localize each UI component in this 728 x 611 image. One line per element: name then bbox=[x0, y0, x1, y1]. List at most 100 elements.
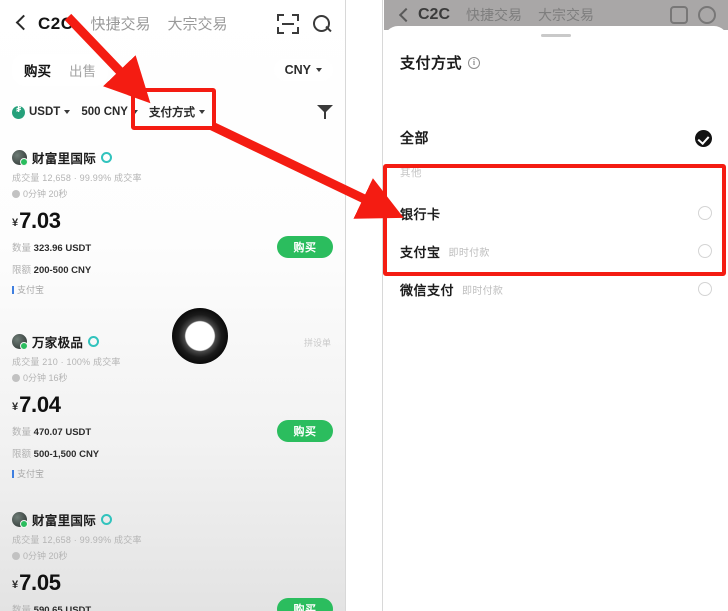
payment-method-name: 微信支付 bbox=[400, 282, 455, 298]
payment-method-name: 支付宝 bbox=[400, 244, 441, 260]
price-value: 7.05 bbox=[19, 570, 61, 595]
price-row: ¥ 7.03 bbox=[12, 210, 333, 232]
offer-card[interactable]: 财富里国际 成交量 12,658 · 99.99% 成交率 0分钟 20秒 ¥ … bbox=[0, 148, 345, 296]
tab-buy[interactable]: 购买 bbox=[15, 56, 60, 83]
payment-method-filter-label: 支付方式 bbox=[148, 107, 195, 119]
back-chevron-icon[interactable] bbox=[12, 13, 32, 35]
payment-method-bank-card[interactable]: 银行卡 bbox=[400, 194, 712, 232]
limit-row: 限额 200-500 CNY bbox=[12, 262, 333, 276]
camera-lens-overlay bbox=[172, 308, 228, 364]
merchant-stats: 成交量 12,658 · 99.99% 成交率 bbox=[12, 535, 142, 545]
buy-button[interactable]: 购买 bbox=[277, 420, 333, 442]
quantity-label: 数量 bbox=[12, 605, 32, 611]
filter-row: USDT 500 CNY 支付方式 bbox=[0, 95, 345, 129]
currency-symbol: ¥ bbox=[12, 217, 19, 229]
verified-badge-icon bbox=[101, 152, 113, 163]
price-row: ¥ 7.05 bbox=[12, 572, 333, 594]
screenshot-root: C2C 快捷交易 大宗交易 购买 出售 CNY USDT bbox=[0, 0, 728, 611]
nav-tab-c2c[interactable]: C2C bbox=[418, 6, 450, 24]
limit-value: 500-1,500 CNY bbox=[33, 449, 100, 460]
panel-divider bbox=[345, 0, 383, 611]
limit-label: 限额 bbox=[12, 265, 32, 276]
asset-filter-label: USDT bbox=[29, 106, 61, 118]
price-row: ¥ 7.04 bbox=[12, 394, 333, 416]
clock-icon bbox=[12, 189, 20, 198]
nav-tab-quick-trade[interactable]: 快捷交易 bbox=[91, 13, 151, 34]
radio-unselected-icon[interactable] bbox=[698, 282, 712, 296]
payment-tag: 支付宝 bbox=[12, 467, 333, 480]
payment-method-wechat-pay[interactable]: 微信支付 即时付款 bbox=[400, 270, 712, 308]
nav-tab-quick-trade[interactable]: 快捷交易 bbox=[466, 5, 522, 25]
alipay-bar-icon bbox=[12, 285, 14, 294]
avatar bbox=[12, 512, 28, 528]
avatar bbox=[12, 334, 28, 350]
merchant-row: 财富里国际 bbox=[12, 148, 333, 167]
release-time-label: 0分钟 16秒 bbox=[23, 373, 68, 383]
buy-sell-segment-row: 购买 出售 CNY bbox=[0, 47, 345, 92]
payment-method-filter[interactable]: 支付方式 bbox=[149, 104, 205, 120]
scan-icon[interactable] bbox=[670, 6, 688, 24]
nav-tab-c2c[interactable]: C2C bbox=[38, 14, 74, 34]
merchant-stats: 成交量 210 · 100% 成交率 bbox=[12, 357, 121, 367]
sheet-header: 支付方式 i bbox=[400, 52, 481, 73]
sheet-title: 支付方式 bbox=[400, 55, 463, 72]
radio-unselected-icon[interactable] bbox=[698, 244, 712, 258]
offer-card[interactable]: 财富里国际 成交量 12,658 · 99.99% 成交率 0分钟 20秒 ¥ … bbox=[0, 510, 345, 611]
fiat-currency-selector[interactable]: CNY bbox=[273, 58, 333, 81]
payment-method-alipay[interactable]: 支付宝 即时付款 bbox=[400, 232, 712, 270]
search-icon[interactable] bbox=[311, 13, 333, 35]
buy-button[interactable]: 购买 bbox=[277, 236, 333, 258]
payment-option-all-label: 全部 bbox=[400, 130, 429, 146]
fiat-currency-label: CNY bbox=[284, 62, 311, 77]
sheet-grabber-handle[interactable] bbox=[541, 34, 571, 37]
chevron-down-icon bbox=[316, 67, 322, 72]
chevron-down-icon bbox=[131, 110, 138, 114]
merchant-stats: 成交量 12,658 · 99.99% 成交率 bbox=[12, 173, 142, 183]
limit-value: 200-500 CNY bbox=[33, 265, 92, 276]
amount-filter-label: 500 CNY bbox=[81, 106, 128, 118]
checkmark-selected-icon[interactable] bbox=[695, 129, 712, 147]
quantity-value: 470.07 USDT bbox=[33, 427, 92, 438]
payment-method-sheet-screen: C2C 快捷交易 大宗交易 支付方式 i 全部 其他 银行卡 支付宝 即时付款 … bbox=[384, 0, 728, 611]
info-icon[interactable]: i bbox=[468, 56, 481, 69]
asset-filter[interactable]: USDT bbox=[12, 104, 71, 119]
merchant-release-time: 0分钟 16秒 bbox=[12, 371, 333, 384]
funnel-filter-icon[interactable] bbox=[317, 104, 333, 120]
payment-option-all[interactable]: 全部 bbox=[400, 125, 712, 151]
quantity-value: 590.65 USDT bbox=[33, 605, 92, 611]
offer-card[interactable]: 万家极品 成交量 210 · 100% 成交率 0分钟 16秒 ¥ 7.04 数… bbox=[0, 332, 345, 480]
radio-unselected-icon[interactable] bbox=[698, 206, 712, 220]
price-value: 7.04 bbox=[19, 392, 61, 417]
clock-icon bbox=[12, 373, 20, 382]
limit-row: 限额 500-1,500 CNY bbox=[12, 446, 333, 460]
scan-icon[interactable] bbox=[277, 13, 299, 35]
alipay-bar-icon bbox=[12, 469, 14, 478]
buy-button[interactable]: 购买 bbox=[277, 598, 333, 611]
payment-tag-label: 支付宝 bbox=[17, 469, 45, 479]
back-chevron-icon[interactable] bbox=[396, 7, 412, 23]
verified-badge-icon bbox=[101, 514, 113, 525]
release-time-label: 0分钟 20秒 bbox=[23, 189, 68, 199]
payment-tag: 支付宝 bbox=[12, 283, 333, 296]
order-type-badge: 拼设单 bbox=[303, 338, 331, 348]
payment-method-sub: 即时付款 bbox=[448, 247, 490, 259]
quantity-label: 数量 bbox=[12, 427, 32, 438]
merchant-name: 财富里国际 bbox=[32, 152, 97, 166]
quantity-value: 323.96 USDT bbox=[33, 243, 92, 254]
merchant-name: 财富里国际 bbox=[32, 514, 97, 528]
usdt-coin-icon bbox=[12, 104, 25, 119]
avatar bbox=[12, 150, 28, 166]
nav-tab-block-trade[interactable]: 大宗交易 bbox=[168, 13, 228, 34]
payment-method-sub: 即时付款 bbox=[462, 285, 504, 297]
c2c-market-screen: C2C 快捷交易 大宗交易 购买 出售 CNY USDT bbox=[0, 0, 345, 611]
payment-method-name: 银行卡 bbox=[400, 206, 441, 222]
nav-tab-block-trade[interactable]: 大宗交易 bbox=[538, 5, 594, 25]
search-icon[interactable] bbox=[698, 6, 716, 24]
amount-filter[interactable]: 500 CNY bbox=[81, 106, 138, 118]
payment-group-label: 其他 bbox=[400, 167, 422, 179]
merchant-row: 财富里国际 bbox=[12, 510, 333, 529]
tab-sell[interactable]: 出售 bbox=[60, 57, 105, 83]
release-time-label: 0分钟 20秒 bbox=[23, 551, 68, 561]
merchant-name: 万家极品 bbox=[32, 336, 84, 350]
clock-icon bbox=[12, 551, 20, 560]
